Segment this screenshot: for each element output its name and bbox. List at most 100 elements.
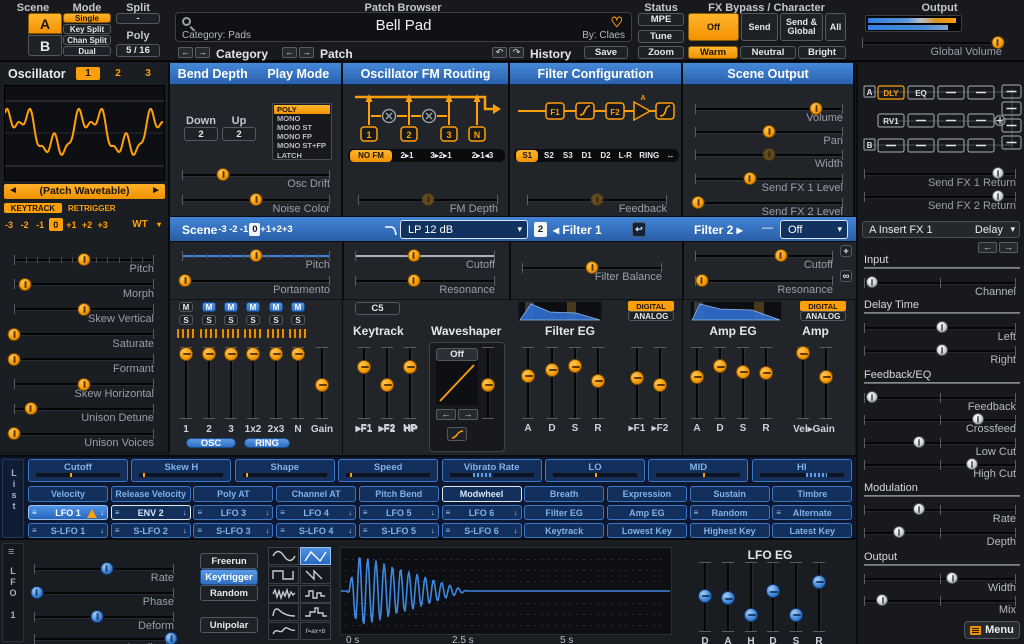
arrow-down-icon[interactable]: ↓ (265, 508, 269, 517)
play-mode-mono-st-fp[interactable]: MONO ST+FP (274, 141, 330, 150)
level-3-slider[interactable] (224, 347, 238, 419)
slider-handle[interactable] (407, 249, 420, 262)
amp-gain-slider[interactable] (819, 347, 833, 419)
waveshaper-type-button[interactable]: Off (436, 348, 478, 361)
s-slider[interactable] (736, 347, 750, 419)
mod-source-lfo-1[interactable]: ≡LFO 1↓ (28, 505, 108, 520)
scene-octave-0[interactable]: 0 (249, 223, 260, 236)
arrow-down-icon[interactable]: ↓ (100, 508, 104, 517)
mod-source-keytrack[interactable]: Keytrack (524, 523, 604, 538)
fx-unit-header[interactable]: A Insert FX 1Delay▾ (862, 221, 1020, 238)
slider-handle[interactable] (78, 378, 91, 391)
mod-source-lowest-key[interactable]: Lowest Key (607, 523, 687, 538)
slider-handle[interactable] (913, 436, 925, 448)
lfo-shape-sample-hold[interactable] (300, 585, 331, 603)
lfo-menu-icon[interactable]: ≡ (8, 546, 14, 558)
menu-icon[interactable]: ≡ (363, 508, 368, 517)
slider-handle[interactable] (913, 503, 925, 515)
slider-handle[interactable] (291, 347, 305, 361)
menu-icon[interactable]: ≡ (363, 526, 368, 535)
slider-handle[interactable] (946, 572, 958, 584)
mod-source-sustain[interactable]: Sustain (690, 486, 770, 502)
h-slider[interactable] (744, 562, 758, 632)
mod-source-timbre[interactable]: Timbre (772, 486, 852, 502)
mod-source-amp-eg[interactable]: Amp EG (607, 505, 687, 520)
wavetable-next-icon[interactable]: ► (151, 185, 161, 196)
lfo-shape-noise[interactable] (268, 585, 299, 603)
mute-2x3-button[interactable]: M (269, 302, 283, 312)
mod-source-velocity[interactable]: Velocity (28, 486, 108, 502)
osc-octave-2[interactable]: -2 (18, 218, 32, 231)
osc-octave-3[interactable]: +3 (96, 218, 110, 231)
a-slider[interactable] (521, 347, 535, 419)
mod-source-breath[interactable]: Breath (524, 486, 604, 502)
menu-icon[interactable]: ≡ (115, 508, 120, 517)
mod-source-random[interactable]: ≡Random (690, 505, 770, 520)
osc-type-caret-icon[interactable]: ▾ (153, 218, 165, 231)
keytrack-root-note[interactable]: C5 (355, 302, 400, 315)
filter-config-x[interactable]: ↔ (664, 150, 677, 162)
d-slider[interactable] (545, 347, 559, 419)
osc-octave-2[interactable]: +2 (80, 218, 94, 231)
osc-octave-1[interactable]: +1 (64, 218, 78, 231)
keytrack-toggle[interactable]: KEYTRACK (4, 203, 62, 213)
menu-button[interactable]: Menu (964, 621, 1020, 639)
arrow-down-icon[interactable]: ↓ (100, 526, 104, 535)
slider-handle[interactable] (766, 584, 780, 598)
play-mode-list[interactable]: POLYMONOMONO STMONO FPMONO ST+FPLATCH (272, 103, 332, 160)
arrow-down-icon[interactable]: ↓ (265, 526, 269, 535)
mod-source-modwheel[interactable]: Modwheel (442, 486, 522, 502)
menu-icon[interactable]: ≡ (32, 526, 37, 535)
filter1-type-dropdown[interactable]: LP 12 dB▾ (400, 220, 528, 239)
oscillator-tab-2[interactable]: 2 (106, 67, 130, 80)
slider-handle[interactable] (91, 610, 104, 623)
scene-octave-3[interactable]: +3 (282, 223, 293, 236)
menu-icon[interactable]: ≡ (280, 526, 285, 535)
d-slider[interactable] (766, 562, 780, 632)
mod-target-skew-h[interactable]: Skew H (131, 459, 231, 482)
group-osc-button[interactable]: OSC (186, 438, 236, 448)
oscillator-tab-3[interactable]: 3 (136, 67, 160, 80)
amp-eg-digital-button[interactable]: DIGITAL (800, 301, 846, 311)
mod-source-latest-key[interactable]: Latest Key (772, 523, 852, 538)
slider-handle[interactable] (78, 253, 91, 266)
mute-3-button[interactable]: M (224, 302, 238, 312)
scene-octave-3[interactable]: -3 (217, 223, 228, 236)
mod-target-shape[interactable]: Shape (235, 459, 335, 482)
slider-handle[interactable] (246, 347, 260, 361)
patch-next-button[interactable]: → (299, 47, 314, 58)
fx-type-caret-icon[interactable]: ▾ (1010, 224, 1015, 235)
mod-source-lfo-3[interactable]: ≡LFO 3↓ (193, 505, 273, 520)
r-slider[interactable] (759, 347, 773, 419)
vel-sensitivity-slider[interactable] (796, 347, 810, 419)
f1-slider[interactable] (630, 347, 644, 419)
slider-handle[interactable] (812, 575, 826, 589)
mod-source-lfo-6[interactable]: ≡LFO 6↓ (442, 505, 522, 520)
scene-octave-1[interactable]: +1 (260, 223, 271, 236)
mod-target-hi[interactable]: HI (752, 459, 852, 482)
mod-source-poly-at[interactable]: Poly AT (193, 486, 273, 502)
menu-icon[interactable]: ≡ (197, 526, 202, 535)
slider-handle[interactable] (315, 378, 329, 392)
zoom-button[interactable]: Zoom (638, 46, 684, 59)
mod-source-s-lfo-6[interactable]: ≡S-LFO 6↓ (442, 523, 522, 538)
d-slider[interactable] (698, 562, 712, 632)
solo-3-button[interactable]: S (224, 315, 238, 325)
fx-bypass-send-button[interactable]: Send (741, 13, 778, 41)
slider-handle[interactable] (591, 193, 604, 206)
f1-slider[interactable] (357, 347, 371, 419)
slider-handle[interactable] (545, 363, 559, 377)
fm-mode-2-1[interactable]: 2▸1 (394, 150, 420, 162)
slider-handle[interactable] (789, 608, 803, 622)
play-mode-mono-st[interactable]: MONO ST (274, 123, 330, 132)
fm-mode-2-1-3[interactable]: 2▸1◂3 (462, 150, 503, 162)
mod-source-s-lfo-5[interactable]: ≡S-LFO 5↓ (359, 523, 439, 538)
scene-octave-2[interactable]: -2 (228, 223, 239, 236)
filter-config-s2[interactable]: S2 (540, 150, 557, 162)
mod-source-highest-key[interactable]: Highest Key (690, 523, 770, 538)
slider-handle[interactable] (250, 249, 263, 262)
arrow-down-icon[interactable]: ↓ (348, 526, 352, 535)
f2-slider[interactable] (653, 347, 667, 419)
solo-2x3-button[interactable]: S (269, 315, 283, 325)
mute-1-button[interactable]: M (179, 302, 193, 312)
